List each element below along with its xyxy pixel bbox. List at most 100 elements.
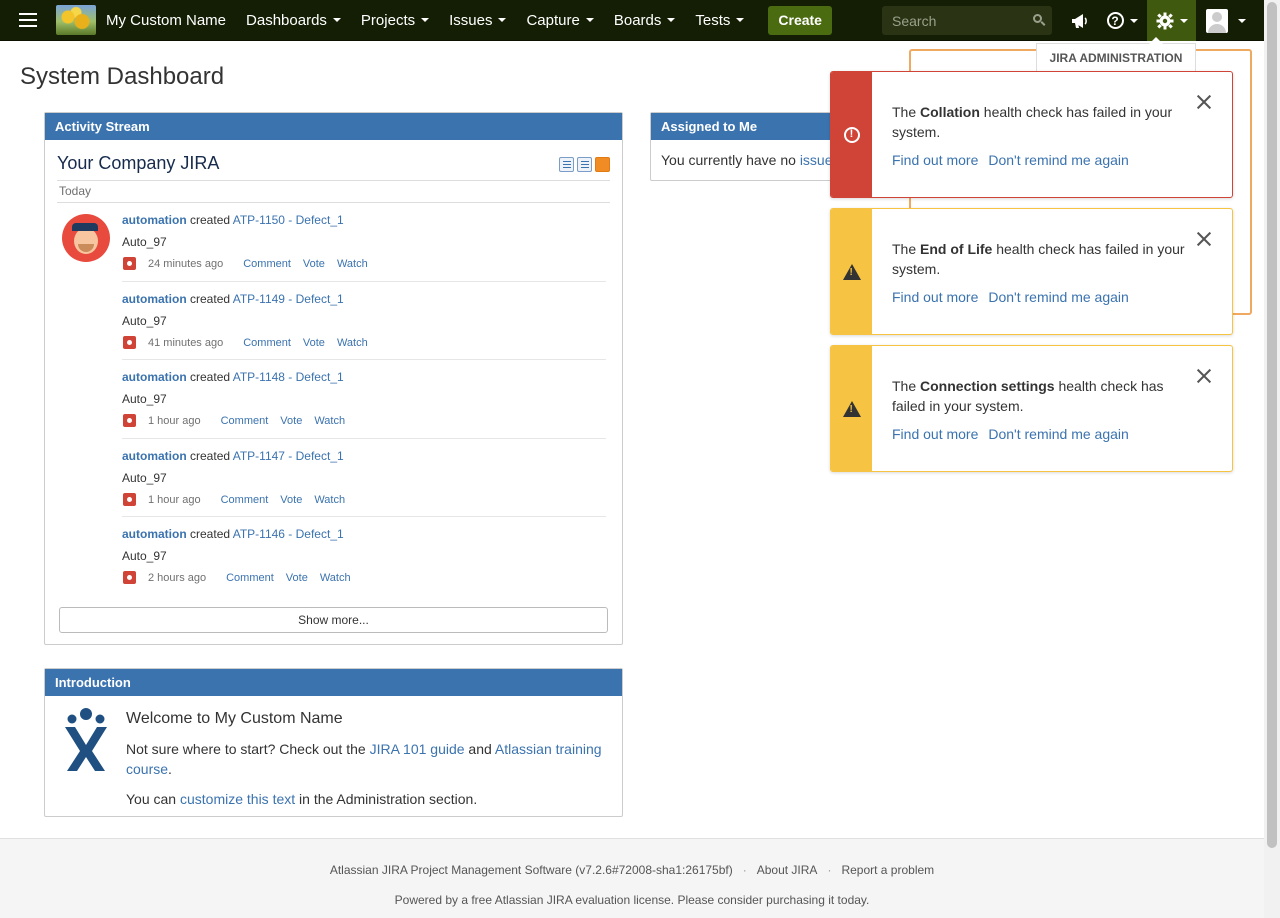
- activity-item: automation created ATP-1150 - Defect_1 A…: [122, 213, 606, 270]
- footer-version-link[interactable]: Atlassian JIRA Project Management Softwa…: [330, 863, 733, 877]
- activity-issue-link[interactable]: ATP-1148 - Defect_1: [233, 370, 344, 384]
- intro-text-segment: and: [464, 741, 495, 757]
- activity-user-link[interactable]: automation: [122, 213, 187, 227]
- dont-remind-link[interactable]: Don't remind me again: [988, 152, 1128, 168]
- create-issue-button[interactable]: Create: [768, 5, 832, 35]
- activity-headline: automation created ATP-1148 - Defect_1: [122, 370, 606, 384]
- flag-message: The Connection settings health check has…: [892, 376, 1192, 416]
- activity-stream-title[interactable]: Your Company JIRA: [57, 153, 219, 174]
- activity-headline: automation created ATP-1147 - Defect_1: [122, 449, 606, 463]
- flag-check-name: Connection settings: [920, 378, 1055, 394]
- vote-link[interactable]: Vote: [286, 572, 308, 584]
- nav-tests-menu[interactable]: Tests: [685, 0, 754, 41]
- nav-projects-label: Projects: [360, 11, 416, 29]
- nav-issues-menu[interactable]: Issues: [439, 0, 516, 41]
- activity-summary: Auto_97: [122, 549, 167, 563]
- nav-issues-label: Issues: [449, 11, 493, 29]
- activity-issue-link[interactable]: ATP-1147 - Defect_1: [233, 449, 344, 463]
- vote-link[interactable]: Vote: [280, 415, 302, 427]
- activity-timestamp: 1 hour ago: [148, 493, 201, 506]
- watch-link[interactable]: Watch: [314, 494, 345, 506]
- search-icon[interactable]: [1033, 14, 1042, 23]
- vote-link[interactable]: Vote: [303, 337, 325, 349]
- activity-view-toggles: [559, 157, 610, 172]
- flag-stripe: [831, 209, 872, 334]
- site-brand-name[interactable]: My Custom Name: [106, 12, 226, 29]
- activity-user-link[interactable]: automation: [122, 449, 187, 463]
- warning-icon: [842, 263, 861, 280]
- assigned-to-me-gadget: Assigned to Me You currently have no iss…: [650, 112, 850, 181]
- comment-link[interactable]: Comment: [221, 494, 269, 506]
- vote-link[interactable]: Vote: [280, 494, 302, 506]
- find-out-more-link[interactable]: Find out more: [892, 289, 978, 305]
- rss-feed-icon[interactable]: [595, 157, 610, 172]
- gadget-header[interactable]: Activity Stream: [45, 113, 622, 140]
- jira-101-guide-link[interactable]: JIRA 101 guide: [370, 741, 465, 757]
- vote-link[interactable]: Vote: [303, 258, 325, 270]
- activity-item: automation created ATP-1148 - Defect_1 A…: [122, 370, 606, 427]
- watch-link[interactable]: Watch: [320, 572, 351, 584]
- watch-link[interactable]: Watch: [337, 258, 368, 270]
- find-out-more-link[interactable]: Find out more: [892, 152, 978, 168]
- about-jira-link[interactable]: About JIRA: [757, 863, 818, 877]
- activity-timestamp: 41 minutes ago: [148, 336, 224, 349]
- customize-text-link[interactable]: customize this text: [180, 791, 295, 807]
- gadget-header[interactable]: Introduction: [45, 669, 622, 696]
- report-problem-link[interactable]: Report a problem: [841, 863, 934, 877]
- comment-link[interactable]: Comment: [221, 415, 269, 427]
- activity-issue-link[interactable]: ATP-1149 - Defect_1: [233, 292, 344, 306]
- flag-text: The: [892, 241, 921, 257]
- show-more-button[interactable]: Show more...: [59, 607, 608, 633]
- watch-link[interactable]: Watch: [314, 415, 345, 427]
- help-menu[interactable]: ?: [1100, 0, 1144, 41]
- watch-link[interactable]: Watch: [337, 337, 368, 349]
- close-icon[interactable]: [1196, 368, 1212, 384]
- chevron-down-icon: [421, 18, 430, 22]
- close-icon[interactable]: [1196, 94, 1212, 110]
- user-avatar[interactable]: [62, 214, 110, 262]
- list-view-icon[interactable]: [577, 157, 592, 172]
- separator: ·: [742, 863, 747, 877]
- divider: [122, 359, 606, 360]
- activity-user-link[interactable]: automation: [122, 370, 187, 384]
- nav-capture-menu[interactable]: Capture: [516, 0, 603, 41]
- app-switcher-menu-icon[interactable]: [0, 0, 56, 41]
- full-view-icon[interactable]: [559, 157, 574, 172]
- comment-link[interactable]: Comment: [226, 572, 274, 584]
- chevron-down-icon: [1179, 18, 1188, 23]
- flag-text: The: [892, 378, 921, 394]
- dont-remind-link[interactable]: Don't remind me again: [988, 426, 1128, 442]
- dont-remind-link[interactable]: Don't remind me again: [988, 289, 1128, 305]
- vertical-scrollbar[interactable]: [1264, 0, 1280, 918]
- chevron-down-icon: [1238, 18, 1246, 23]
- user-profile-menu[interactable]: [1200, 0, 1252, 41]
- nav-projects-menu[interactable]: Projects: [351, 0, 439, 41]
- nav-dashboards-menu[interactable]: Dashboards: [236, 0, 351, 41]
- activity-issue-link[interactable]: ATP-1146 - Defect_1: [233, 527, 344, 541]
- nav-boards-menu[interactable]: Boards: [604, 0, 686, 41]
- activity-user-link[interactable]: automation: [122, 292, 187, 306]
- close-icon[interactable]: [1196, 231, 1212, 247]
- find-out-more-link[interactable]: Find out more: [892, 426, 978, 442]
- comment-link[interactable]: Comment: [243, 337, 291, 349]
- help-icon: ?: [1106, 12, 1124, 29]
- introduction-gadget: Introduction Welcome to My Custom Name N…: [44, 668, 623, 817]
- activity-issue-link[interactable]: ATP-1150 - Defect_1: [233, 213, 344, 227]
- date-group-label: Today: [59, 184, 92, 198]
- activity-stream-gadget: Activity Stream Your Company JIRA Today …: [44, 112, 623, 645]
- site-logo[interactable]: [56, 5, 96, 35]
- assigned-body: You currently have no issues: [651, 140, 849, 180]
- announcements-megaphone-icon[interactable]: [1066, 0, 1094, 41]
- activity-user-link[interactable]: automation: [122, 527, 187, 541]
- gadget-header[interactable]: Assigned to Me: [651, 113, 849, 140]
- nav-tests-label: Tests: [695, 11, 731, 29]
- scrollbar-thumb[interactable]: [1267, 2, 1277, 848]
- flag-actions: Find out more Don't remind me again: [892, 426, 1129, 442]
- nav-dashboards-label: Dashboards: [246, 11, 327, 29]
- activity-verb: created: [190, 449, 231, 463]
- activity-timestamp: 1 hour ago: [148, 414, 201, 427]
- quick-search-input[interactable]: Search: [882, 6, 1052, 35]
- comment-link[interactable]: Comment: [243, 258, 291, 270]
- activity-headline: automation created ATP-1150 - Defect_1: [122, 213, 606, 227]
- administration-menu[interactable]: [1147, 0, 1196, 41]
